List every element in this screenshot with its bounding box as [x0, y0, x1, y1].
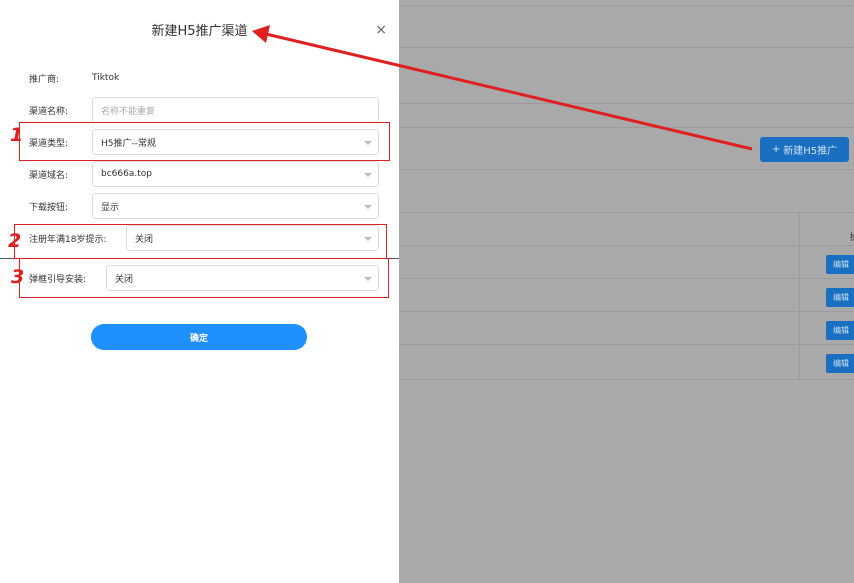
- annotation-arrow: [252, 25, 753, 151]
- arrow-head: [252, 25, 270, 43]
- arrow-shaft: [265, 32, 753, 151]
